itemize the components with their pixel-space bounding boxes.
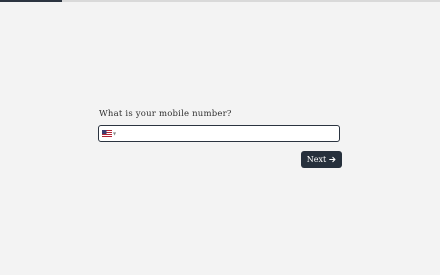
progress-track	[0, 0, 440, 2]
next-button-label: Next	[306, 155, 327, 164]
country-selector[interactable]: ▼	[102, 129, 116, 138]
phone-field[interactable]: ▼	[98, 125, 340, 142]
arrow-right-icon	[329, 156, 336, 163]
us-flag-icon	[102, 130, 112, 137]
chevron-down-icon: ▼	[113, 130, 117, 136]
mobile-number-input[interactable]	[117, 126, 335, 140]
progress-fill	[0, 0, 62, 2]
next-button[interactable]: Next	[301, 151, 342, 168]
question-label: What is your mobile number?	[99, 109, 232, 119]
